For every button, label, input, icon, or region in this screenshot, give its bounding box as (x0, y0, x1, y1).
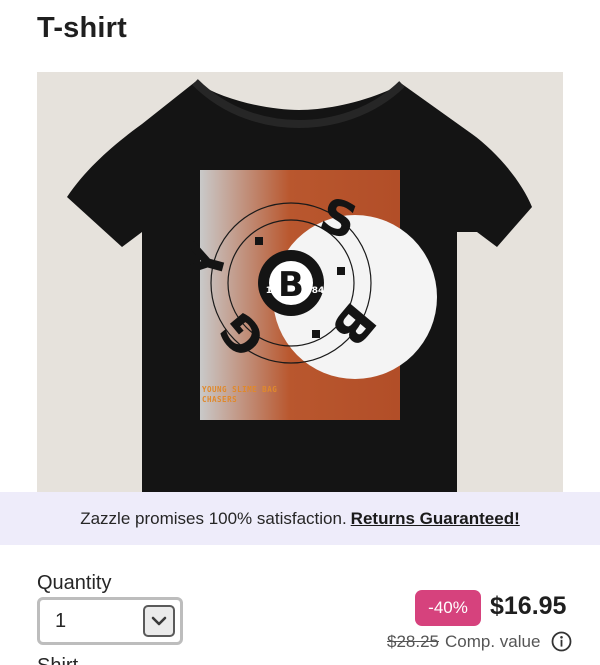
original-price: $28.25 (387, 631, 439, 651)
quantity-value: 1 (55, 609, 67, 632)
sale-price: $16.95 (490, 592, 567, 620)
comparison-value: $28.25 Comp. value (387, 631, 572, 652)
satisfaction-text: Zazzle promises 100% satisfaction. (80, 508, 347, 528)
page-title: T-shirt (37, 12, 128, 44)
comp-value-label: Comp. value (445, 631, 541, 651)
print-right-digits: 84 (312, 286, 325, 296)
info-icon[interactable] (551, 631, 572, 652)
shirt-section-label: Shirt (37, 655, 78, 665)
product-image[interactable]: B 19 84 Y S G B YOUNG SLIME BAG CHASERS (37, 72, 563, 492)
print-caption-line2: CHASERS (202, 395, 237, 404)
quantity-select[interactable]: 1 (37, 597, 183, 645)
returns-guaranteed-link[interactable]: Returns Guaranteed! (351, 509, 520, 529)
print-left-digits: 19 (266, 286, 279, 296)
shirt-print: B 19 84 Y S G B YOUNG SLIME BAG CHASERS (176, 170, 437, 420)
print-center-letter: B (278, 265, 304, 305)
quantity-label: Quantity (37, 572, 112, 594)
satisfaction-banner: Zazzle promises 100% satisfaction. Retur… (0, 492, 600, 545)
tshirt-illustration: B 19 84 Y S G B YOUNG SLIME BAG CHASERS (37, 72, 563, 492)
chevron-down-icon[interactable] (143, 605, 175, 637)
print-caption-line1: YOUNG SLIME BAG (202, 385, 277, 394)
discount-badge: -40% (415, 590, 481, 626)
